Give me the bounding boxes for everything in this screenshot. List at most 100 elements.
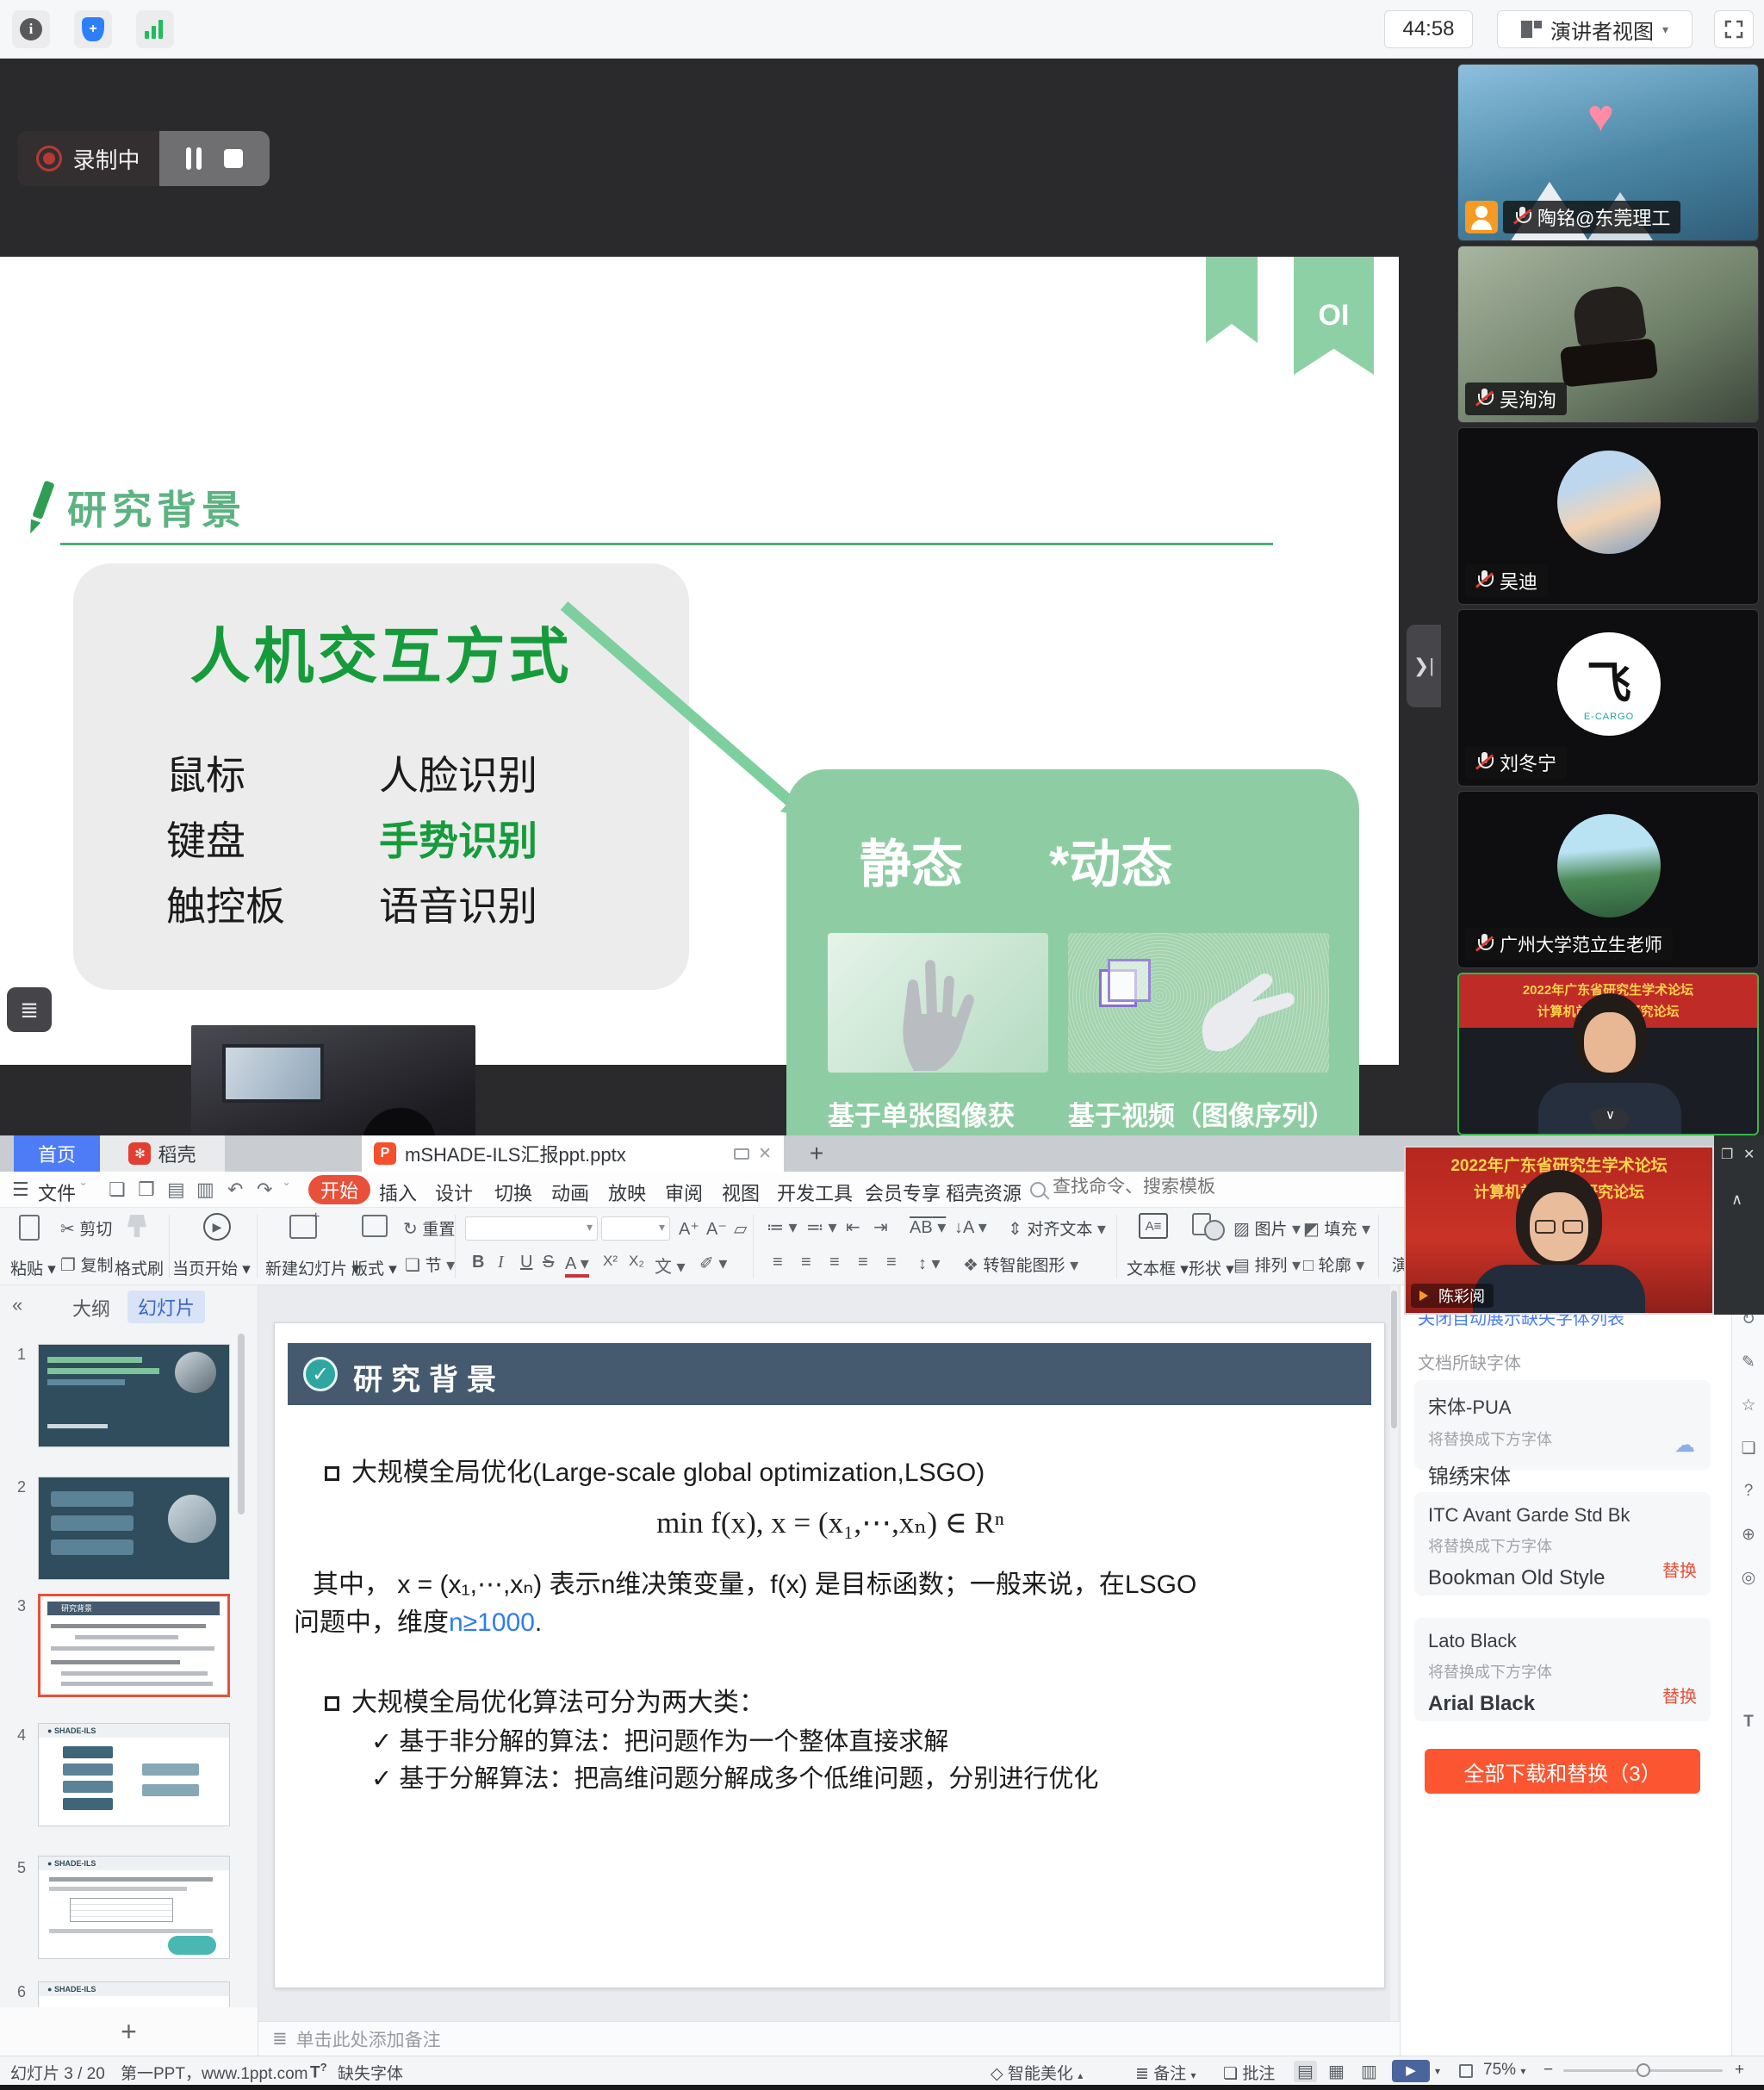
italic-button[interactable]: I (498, 1253, 504, 1272)
locate-icon[interactable]: ◎ (1739, 1568, 1758, 1588)
tab-docer[interactable]: ✻ 稻壳 (100, 1135, 225, 1172)
menu-tab-animation[interactable]: 动画 (551, 1179, 589, 1206)
fill-button[interactable]: ◩ 填充 ▾ (1303, 1216, 1370, 1240)
add-slide-button[interactable]: + (121, 2016, 137, 2048)
format-painter-button[interactable]: 格式刷 (115, 1256, 164, 1279)
replace-link[interactable]: 替换 (1662, 1683, 1697, 1707)
editable-slide[interactable]: ✓ 研究背景 大规模全局优化(Large-scale global optimi… (274, 1322, 1385, 1988)
superscript-button[interactable]: X² (603, 1253, 618, 1270)
strikethrough-button[interactable]: S (543, 1253, 554, 1272)
line-spacing-button[interactable]: ↕ ▾ (918, 1253, 941, 1274)
menu-tab-design[interactable]: 设计 (435, 1179, 473, 1206)
restore-window-icon[interactable]: ❐ (1721, 1146, 1733, 1163)
underline-button[interactable]: U (520, 1253, 532, 1272)
present-tab-icon[interactable] (734, 1148, 749, 1160)
agenda-list-button[interactable]: ≣ (7, 987, 52, 1032)
menu-tab-view[interactable]: 视图 (722, 1179, 760, 1206)
hamburger-icon[interactable]: ☰ (12, 1179, 29, 1201)
menu-tab-review[interactable]: 审阅 (665, 1179, 703, 1206)
pause-recording-icon[interactable] (186, 147, 202, 170)
zoom-slider-thumb[interactable] (1637, 2063, 1650, 2077)
cut-button[interactable]: ✂ 剪切 (60, 1216, 112, 1240)
zoom-in-button[interactable]: + (1735, 2061, 1744, 2080)
bold-button[interactable]: B (472, 1253, 484, 1272)
participant-tile[interactable]: ♥ 陶铭@东莞理工 (1457, 64, 1759, 241)
menu-tab-start[interactable]: 开始 (308, 1175, 370, 1204)
add-tool-icon[interactable]: ⊕ (1739, 1525, 1758, 1545)
menu-tab-docer-res[interactable]: 稻壳资源 (946, 1179, 1022, 1206)
font-size-select[interactable] (601, 1216, 670, 1241)
phonetic-guide-button[interactable]: 文 ▾ (655, 1253, 686, 1278)
zoom-level[interactable]: 75% ▾ (1483, 2061, 1525, 2080)
tab-outline[interactable]: 大纲 (72, 1294, 110, 1322)
print-icon[interactable]: ▤ (167, 1179, 185, 1201)
search-input[interactable] (1053, 1177, 1216, 1197)
menu-tab-transition[interactable]: 切换 (494, 1179, 532, 1206)
view-reading-button[interactable]: ▥ (1361, 2061, 1377, 2082)
preview-icon[interactable]: ▥ (196, 1179, 214, 1201)
webcam-overlay[interactable]: 2022年广东省研究生学术论坛 计算机前沿技术研究论坛 陈彩阅 (1404, 1146, 1714, 1315)
save-icon[interactable]: ❏ (109, 1179, 126, 1201)
clipboard-icon[interactable]: ❏ (1739, 1439, 1758, 1459)
paste-button[interactable]: 粘贴 ▾ (10, 1256, 56, 1279)
scroll-down-button[interactable]: ∧ (1591, 1108, 1629, 1130)
canvas-scrollbar[interactable] (1390, 1285, 1398, 2021)
undo-icon[interactable]: ↶ (227, 1179, 243, 1201)
view-normal-button[interactable]: ▤ (1294, 2061, 1317, 2082)
increase-indent-button[interactable]: ⇥ (873, 1216, 888, 1238)
beautify-button[interactable]: ◇ 智能美化 ▴ (991, 2061, 1083, 2084)
slide-thumbnail-3-selected[interactable]: 研究背景 (38, 1594, 230, 1697)
replace-link[interactable]: 替换 (1662, 1557, 1697, 1582)
justify-button[interactable]: ≡ (858, 1253, 868, 1272)
arrange-button[interactable]: ▤ 排列 ▾ (1233, 1253, 1301, 1276)
shape-button[interactable]: 形状 ▾ (1189, 1256, 1234, 1279)
view-mode-button[interactable]: 演讲者视图 ▾ (1497, 10, 1693, 48)
edit-icon[interactable]: ✎ (1739, 1353, 1758, 1372)
redo-icon[interactable]: ↷ (257, 1179, 272, 1201)
tab-slides[interactable]: 幻灯片 (127, 1291, 205, 1323)
participant-tile[interactable]: 飞 E-CARGO 刘冬宁 (1457, 609, 1759, 787)
copy-button[interactable]: ❐ 复制 (60, 1253, 114, 1276)
section-button[interactable]: ❏ 节 ▾ (405, 1253, 455, 1276)
meeting-security-button[interactable]: + (74, 10, 112, 48)
missing-font-status[interactable]: 缺失字体 (338, 2061, 403, 2084)
download-cloud-icon[interactable]: ☁ (1674, 1433, 1695, 1458)
scrollbar-thumb[interactable] (1391, 1291, 1397, 1428)
textbox-button[interactable]: 文本框 ▾ (1127, 1256, 1189, 1279)
favorite-icon[interactable]: ☆ (1739, 1396, 1758, 1415)
align-left-button[interactable]: ≡ (773, 1253, 783, 1272)
slide-thumbnail-2[interactable] (38, 1477, 230, 1580)
menu-file[interactable]: 文件 (38, 1179, 76, 1206)
menu-tab-slideshow[interactable]: 放映 (608, 1179, 646, 1206)
menu-tab-devtools[interactable]: 开发工具 (777, 1179, 853, 1206)
slideshow-button[interactable]: ▶ (1392, 2060, 1430, 2082)
outline-button[interactable]: □ 轮廓 ▾ (1303, 1253, 1364, 1276)
export-icon[interactable]: ❒ (138, 1179, 155, 1201)
participant-tile[interactable]: 广州大学范立生老师 (1457, 791, 1759, 968)
decrease-indent-button[interactable]: ⇤ (846, 1216, 860, 1238)
grow-font-button[interactable]: A⁺ (679, 1218, 699, 1240)
picture-button[interactable]: ▨ 图片 ▾ (1233, 1216, 1301, 1240)
editing-canvas[interactable]: ✓ 研究背景 大规模全局优化(Large-scale global optimi… (258, 1285, 1400, 2021)
new-tab-button[interactable]: + (799, 1135, 834, 1172)
panel-scrollbar[interactable] (238, 1334, 245, 1515)
network-quality-button[interactable] (136, 10, 174, 48)
numbering-button[interactable]: ≕ ▾ (806, 1216, 837, 1238)
font-color-button[interactable]: A ▾ (565, 1253, 589, 1278)
reset-button[interactable]: ↻ 重置 (403, 1216, 455, 1240)
zoom-out-button[interactable]: − (1544, 2061, 1553, 2080)
text-direction-button[interactable]: ↓A ▾ (954, 1216, 987, 1238)
active-speaker-tile[interactable]: 2022年广东省研究生学术论坛 计算机前沿技术研究论坛 ∧ (1457, 973, 1759, 1135)
shrink-font-button[interactable]: A⁻ (706, 1218, 727, 1240)
to-smartart-button[interactable]: ❖ 转智能图形 ▾ (963, 1253, 1078, 1276)
stop-recording-icon[interactable] (224, 149, 243, 168)
slide-thumbnail-1[interactable] (38, 1344, 230, 1447)
collapse-panel-tab[interactable]: ❯| (1407, 625, 1441, 707)
menu-tab-member[interactable]: 会员专享 (865, 1179, 941, 1206)
new-slide-button[interactable]: 新建幻灯片 ▾ (265, 1256, 360, 1279)
fullscreen-button[interactable] (1714, 10, 1754, 48)
comments-button[interactable]: ❏ 批注 (1223, 2061, 1275, 2084)
font-name-select[interactable] (465, 1216, 598, 1241)
clear-format-button[interactable]: ▱ (734, 1218, 747, 1240)
view-sorter-button[interactable]: ▦ (1328, 2061, 1345, 2082)
